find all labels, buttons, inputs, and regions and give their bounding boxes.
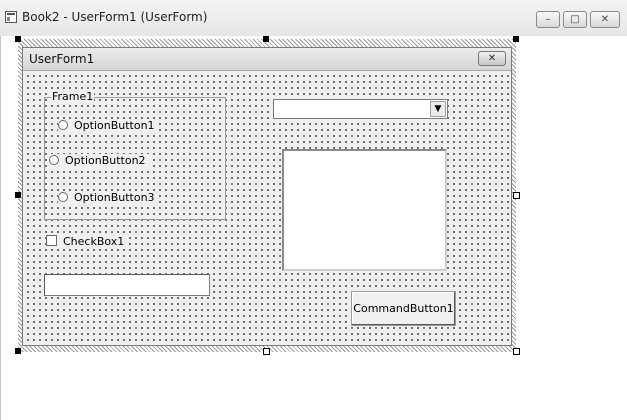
option-button-label: OptionButton3 [74, 191, 155, 204]
close-window-button[interactable]: ✕ [590, 11, 620, 28]
resize-handle-top-right[interactable] [513, 36, 519, 42]
resize-handle-bottom-right[interactable] [513, 348, 520, 355]
designer-window-titlebar: Book2 - UserForm1 (UserForm) – □ ✕ [0, 0, 627, 37]
resize-handle-top[interactable] [263, 36, 269, 42]
resize-handle-top-left[interactable] [15, 36, 21, 42]
resize-handle-right[interactable] [513, 192, 520, 199]
chevron-down-icon[interactable]: ▼ [430, 101, 446, 117]
radio-icon [58, 120, 68, 130]
designer-window-title: Book2 - UserForm1 (UserForm) [22, 10, 208, 24]
minimize-button[interactable]: – [536, 11, 560, 28]
combobox-control[interactable]: ▼ [273, 99, 448, 119]
resize-handle-bottom-left[interactable] [15, 348, 21, 354]
option-button-1[interactable]: OptionButton1 [58, 119, 159, 133]
userform-close-button[interactable]: ✕ [478, 51, 506, 66]
resize-handle-bottom[interactable] [263, 348, 270, 355]
radio-icon [49, 155, 59, 165]
checkbox-label: CheckBox1 [63, 235, 125, 248]
option-button-2[interactable]: OptionButton2 [49, 154, 150, 168]
option-button-3[interactable]: OptionButton3 [58, 191, 159, 205]
excel-sheet-icon [5, 11, 17, 23]
radio-icon [58, 192, 68, 202]
userform-titlebar[interactable]: UserForm1 ✕ [23, 48, 511, 71]
userform-title: UserForm1 [29, 52, 95, 66]
textbox-control[interactable] [44, 274, 210, 296]
command-button[interactable]: CommandButton1 [351, 291, 456, 326]
listbox-control[interactable] [282, 149, 447, 271]
checkbox-icon [46, 235, 57, 246]
option-button-label: OptionButton1 [74, 119, 155, 132]
option-button-label: OptionButton2 [65, 154, 146, 167]
userform-grid-canvas[interactable]: Frame1 OptionButton1 OptionButton2 Optio… [23, 71, 511, 345]
resize-handle-left[interactable] [15, 192, 21, 198]
userform[interactable]: UserForm1 ✕ Frame1 OptionButton1 OptionB… [22, 47, 512, 346]
frame-caption: Frame1 [51, 90, 95, 103]
maximize-button[interactable]: □ [563, 11, 587, 28]
checkbox-control[interactable]: CheckBox1 [46, 235, 129, 248]
